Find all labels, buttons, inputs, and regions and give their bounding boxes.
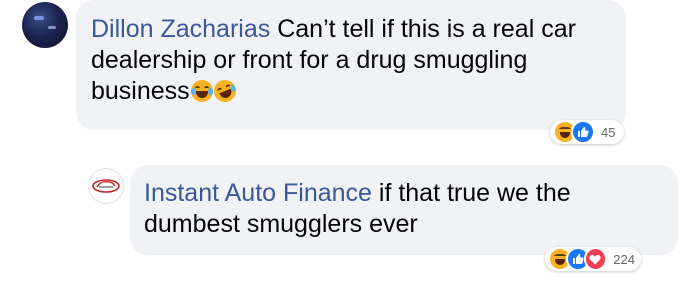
like-reaction-icon (571, 120, 595, 144)
reply-author-name[interactable]: Instant Auto Finance (144, 179, 372, 207)
page-avatar[interactable] (88, 168, 124, 204)
commenter-avatar[interactable] (22, 2, 68, 48)
comment-author-name[interactable]: Dillon Zacharias (91, 15, 270, 43)
reply-reactions[interactable]: 224 (545, 247, 641, 271)
comment-body: Dillon Zacharias Can’t tell if this is a… (91, 14, 612, 107)
instant-auto-finance-logo-icon (92, 179, 120, 193)
reply-reaction-count: 224 (613, 251, 635, 267)
comment-reactions[interactable]: 45 (550, 120, 624, 144)
rolling-laughing-emoji-icon (210, 76, 239, 106)
comment-bubble: Dillon Zacharias Can’t tell if this is a… (76, 0, 626, 130)
comment-reaction-count: 45 (601, 124, 616, 140)
love-reaction-icon (583, 247, 608, 271)
reply-body: Instant Auto Finance if that true we the… (144, 178, 664, 240)
reply-bubble: Instant Auto Finance if that true we the… (130, 165, 678, 255)
tears-of-joy-emoji-icon (190, 80, 213, 102)
